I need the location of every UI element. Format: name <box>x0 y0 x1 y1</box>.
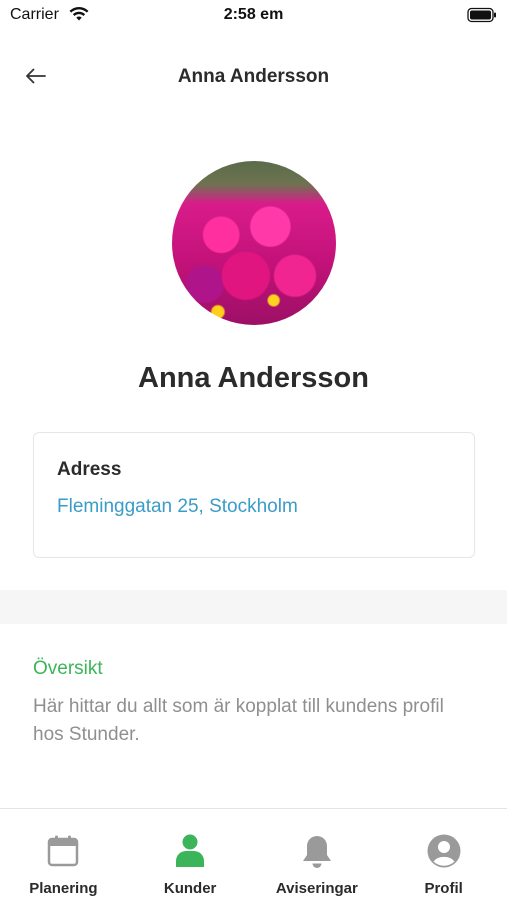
status-time: 2:58 em <box>223 6 284 23</box>
person-icon <box>172 833 208 869</box>
calendar-icon <box>45 833 81 869</box>
tab-label: Planering <box>29 880 98 897</box>
status-bar: Carrier 2:58 em <box>0 0 507 32</box>
section-divider <box>0 590 507 624</box>
page-title: Anna Andersson <box>177 66 330 87</box>
battery-icon <box>467 7 497 28</box>
bell-icon <box>299 833 335 869</box>
address-link[interactable]: Fleminggatan 25, Stockholm <box>57 496 298 518</box>
tab-label: Kunder <box>163 880 217 897</box>
tab-planering[interactable]: Planering <box>0 809 127 900</box>
overview-title: Översikt <box>33 658 103 679</box>
address-label: Adress <box>57 459 122 480</box>
overview-description: Här hittar du allt som är kopplat till k… <box>33 696 444 745</box>
tab-aviseringar[interactable]: Aviseringar <box>254 809 381 900</box>
tab-kunder[interactable]: Kunder <box>127 809 254 900</box>
user-circle-icon <box>426 833 462 869</box>
tab-label: Profil <box>424 880 463 897</box>
tab-label: Aviseringar <box>275 880 358 897</box>
tab-profil[interactable]: Profil <box>380 809 507 900</box>
profile-name: Anna Andersson <box>138 362 369 394</box>
avatar <box>172 161 336 325</box>
address-card: Adress Fleminggatan 25, Stockholm <box>33 432 475 558</box>
nav-bar: Anna Andersson <box>0 50 507 104</box>
tab-bar: Planering Kunder Aviseringar Profil <box>0 808 507 900</box>
